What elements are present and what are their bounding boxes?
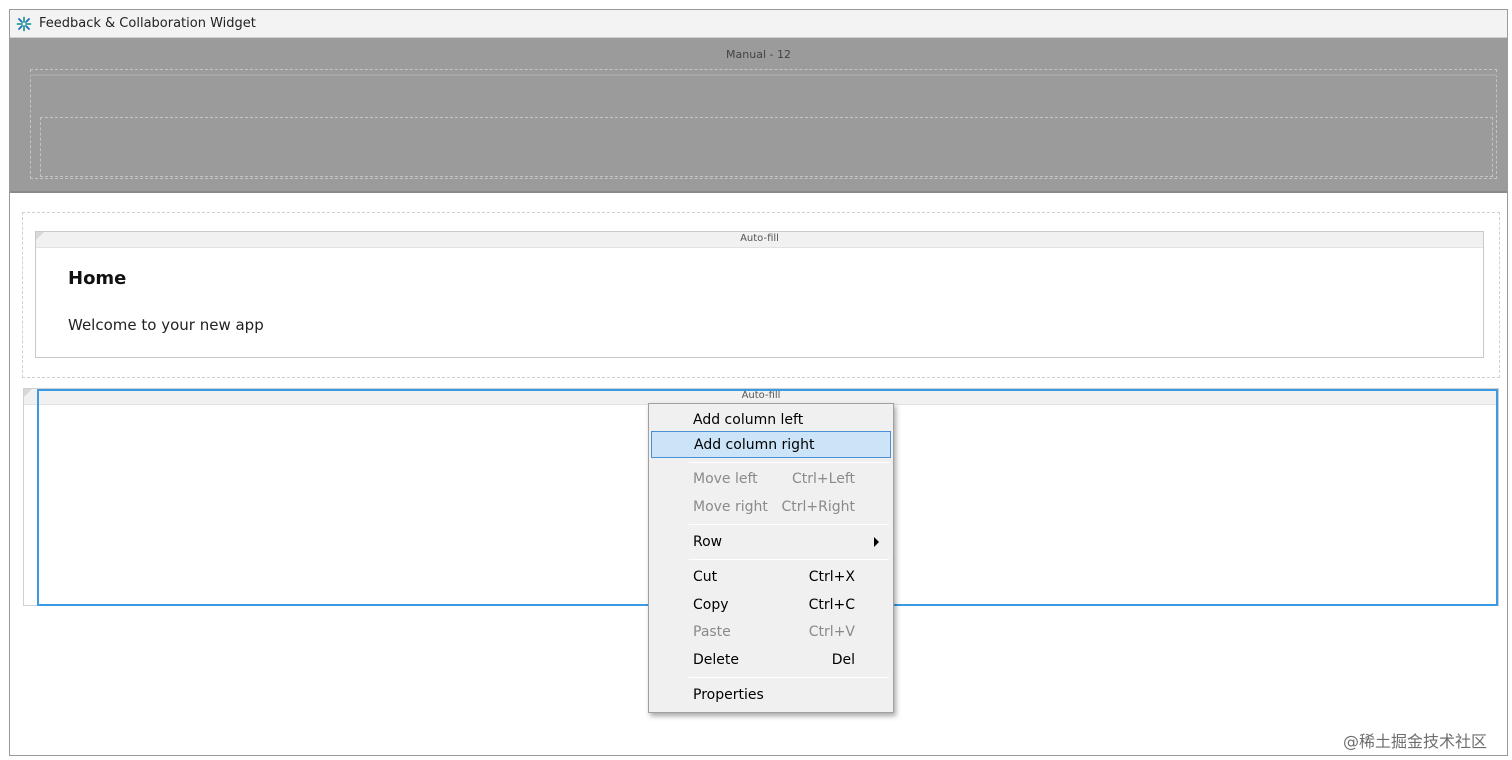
menu-item-row[interactable]: Row bbox=[651, 528, 891, 555]
menu-item-shortcut: Ctrl+Right bbox=[781, 498, 855, 515]
menu-item-shortcut: Ctrl+Left bbox=[792, 470, 855, 487]
app-logo-icon bbox=[15, 15, 33, 33]
submenu-arrow-icon bbox=[874, 536, 879, 547]
menu-item-label: Paste bbox=[693, 623, 731, 640]
home-autofill-panel[interactable]: Auto-fill Home Welcome to your new app bbox=[35, 231, 1484, 358]
menu-separator bbox=[689, 462, 889, 463]
manual-region-caption: Manual - 12 bbox=[726, 48, 791, 61]
menu-item-add-column-left[interactable]: Add column left bbox=[651, 406, 891, 433]
menu-item-delete[interactable]: Delete Del bbox=[651, 646, 891, 673]
manual-inner-bar bbox=[30, 74, 1497, 76]
menu-item-move-right[interactable]: Move right Ctrl+Right bbox=[651, 493, 891, 520]
menu-item-label: Row bbox=[693, 533, 723, 550]
window-title: Feedback & Collaboration Widget bbox=[39, 16, 256, 31]
menu-item-label: Move left bbox=[693, 470, 758, 487]
autofill-label: Auto-fill bbox=[740, 233, 779, 244]
watermark: @稀土掘金技术社区 bbox=[1342, 732, 1487, 751]
menu-item-shortcut: Del bbox=[831, 651, 855, 668]
menu-item-move-left[interactable]: Move left Ctrl+Left bbox=[651, 465, 891, 492]
menu-item-shortcut: Ctrl+V bbox=[808, 623, 855, 640]
menu-item-add-column-right[interactable]: Add column right bbox=[651, 431, 891, 458]
menu-item-properties[interactable]: Properties bbox=[651, 681, 891, 708]
menu-item-label: Delete bbox=[693, 651, 739, 668]
menu-separator bbox=[689, 559, 889, 560]
menu-item-shortcut: Ctrl+X bbox=[808, 568, 855, 585]
menu-item-copy[interactable]: Copy Ctrl+C bbox=[651, 591, 891, 618]
menu-item-cut[interactable]: Cut Ctrl+X bbox=[651, 563, 891, 590]
menu-item-label: Cut bbox=[693, 568, 718, 585]
page-title: Home bbox=[68, 268, 127, 289]
menu-separator bbox=[689, 677, 889, 678]
welcome-text: Welcome to your new app bbox=[68, 316, 264, 334]
menu-item-label: Properties bbox=[693, 686, 764, 703]
manual-inner-placeholder bbox=[40, 117, 1493, 177]
menu-item-label: Add column left bbox=[693, 411, 804, 428]
menu-item-shortcut: Ctrl+C bbox=[808, 596, 855, 613]
title-bar: Feedback & Collaboration Widget bbox=[10, 10, 1507, 38]
context-menu: Add column left Add column right Move le… bbox=[648, 403, 894, 713]
menu-item-paste[interactable]: Paste Ctrl+V bbox=[651, 618, 891, 645]
manual-layout-region[interactable]: Manual - 12 bbox=[10, 38, 1507, 193]
menu-item-label: Move right bbox=[693, 498, 768, 515]
menu-item-label: Add column right bbox=[694, 436, 815, 453]
menu-separator bbox=[689, 524, 889, 525]
menu-item-label: Copy bbox=[693, 596, 729, 613]
